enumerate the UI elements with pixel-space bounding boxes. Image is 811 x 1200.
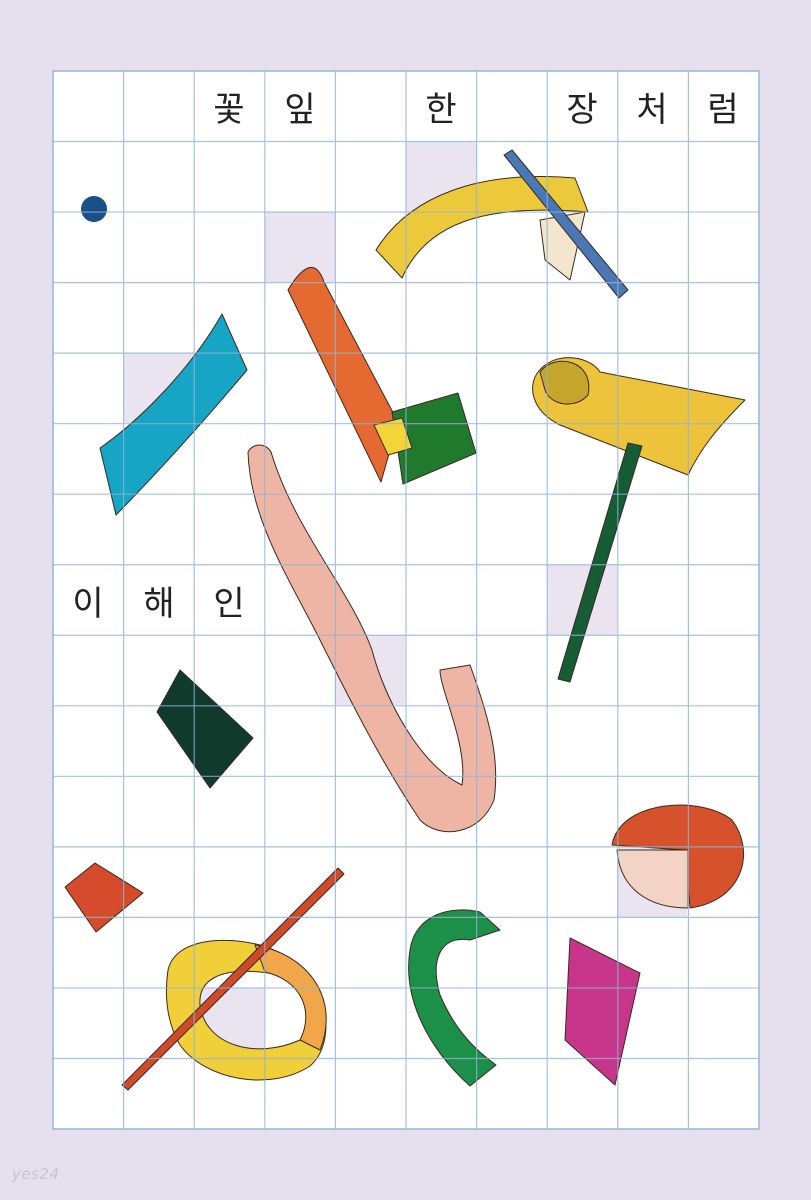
author-char-3: 인 — [213, 583, 245, 624]
title-char-6: 럼 — [707, 89, 739, 130]
title-char-3: 한 — [425, 89, 457, 130]
title-char-1: 꽃 — [213, 89, 245, 130]
navy-dot — [81, 196, 107, 222]
title-char-2: 잎 — [284, 89, 316, 130]
author-char-1: 이 — [72, 583, 104, 624]
watermark-text: yes24 — [12, 1165, 60, 1183]
author-char-2: 해 — [143, 583, 175, 624]
title-char-4: 장 — [566, 89, 598, 130]
title-char-5: 처 — [636, 89, 668, 130]
